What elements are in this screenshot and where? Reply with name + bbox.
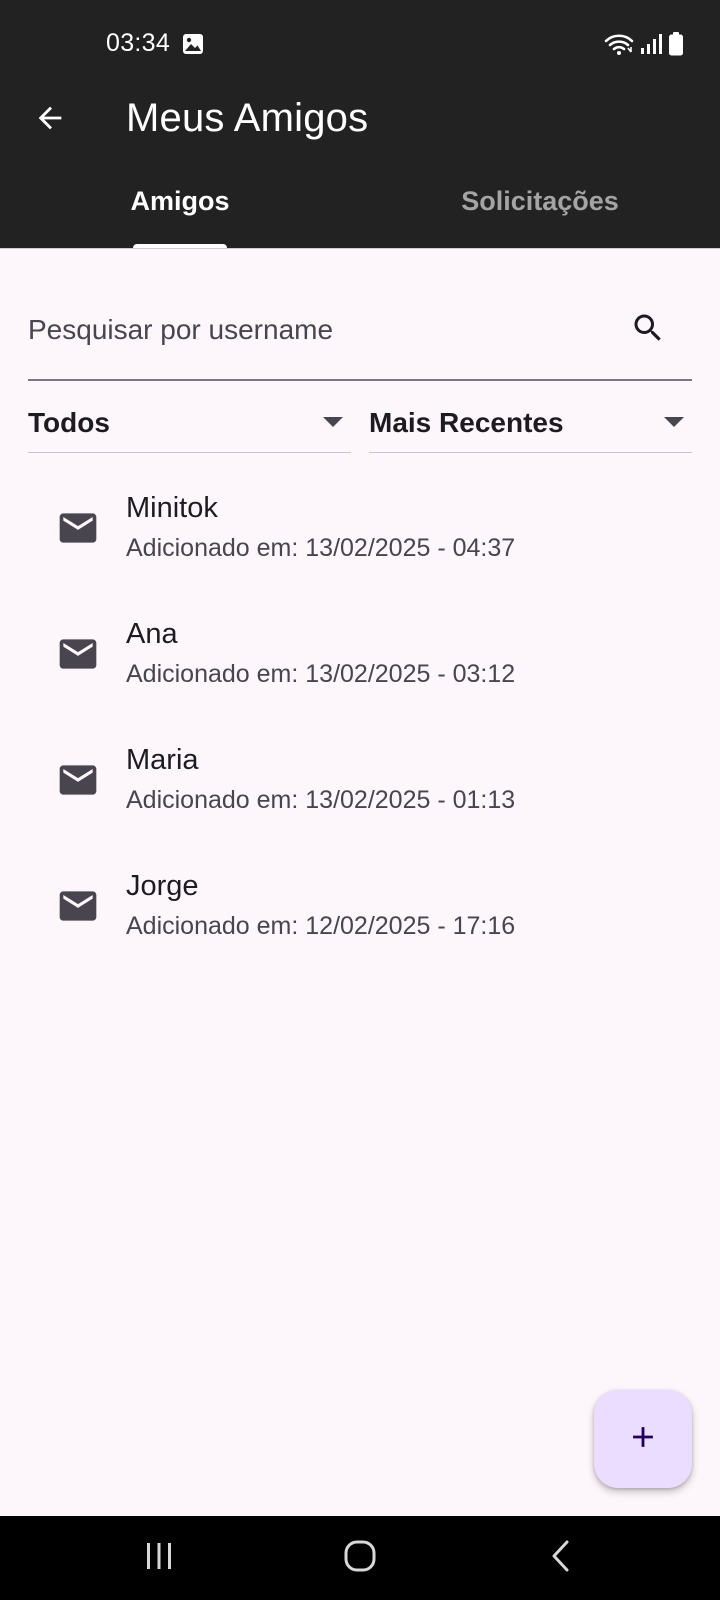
battery-icon (668, 32, 684, 56)
friend-name: Ana (126, 618, 178, 650)
friends-list: Minitok Adicionado em: 13/02/2025 - 04:3… (0, 476, 720, 980)
wifi-icon (604, 32, 634, 56)
back-icon (549, 1539, 573, 1578)
search-input[interactable] (28, 308, 588, 352)
filter-dropdown-value: Todos (28, 407, 110, 438)
signal-icon (640, 33, 662, 55)
tab-bar: Amigos Solicitações (0, 172, 720, 248)
friend-name: Jorge (126, 870, 199, 902)
friend-added-date: Adicionado em: 12/02/2025 - 17:16 (126, 912, 516, 940)
dropdown-arrow-icon (664, 417, 684, 427)
friend-added-date: Adicionado em: 13/02/2025 - 01:13 (126, 786, 516, 814)
list-item[interactable]: Minitok Adicionado em: 13/02/2025 - 04:3… (0, 476, 720, 602)
app-header: 03:34 Meus Amigos Amigos Solicitações (0, 0, 720, 249)
list-item[interactable]: Ana Adicionado em: 13/02/2025 - 03:12 (0, 602, 720, 728)
friend-added-date: Adicionado em: 13/02/2025 - 04:37 (126, 534, 516, 562)
mail-icon (56, 884, 100, 928)
nav-back-button[interactable] (521, 1528, 601, 1588)
status-bar: 03:34 (0, 0, 720, 88)
mail-icon (56, 632, 100, 676)
add-friend-button[interactable] (594, 1390, 692, 1488)
tab-requests[interactable]: Solicitações (360, 172, 720, 248)
system-nav-bar (0, 1516, 720, 1600)
tabs-divider (0, 248, 720, 249)
search-icon (630, 310, 666, 351)
status-icons (604, 30, 684, 58)
mail-icon (56, 758, 100, 802)
sort-dropdown-value: Mais Recentes (369, 407, 564, 438)
back-button[interactable] (24, 94, 76, 146)
add-icon (626, 1420, 660, 1459)
filter-dropdown[interactable]: Todos (28, 395, 351, 453)
nav-recents-button[interactable] (119, 1528, 199, 1588)
friend-name: Maria (126, 744, 199, 776)
arrow-back-icon (33, 101, 67, 140)
search-button[interactable] (624, 306, 672, 354)
sort-dropdown[interactable]: Mais Recentes (369, 395, 692, 453)
friend-name: Minitok (126, 492, 218, 524)
list-item[interactable]: Jorge Adicionado em: 12/02/2025 - 17:16 (0, 854, 720, 980)
list-item[interactable]: Maria Adicionado em: 13/02/2025 - 01:13 (0, 728, 720, 854)
dropdown-arrow-icon (323, 417, 343, 427)
tab-friends[interactable]: Amigos (0, 172, 360, 248)
nav-home-button[interactable] (320, 1528, 400, 1588)
page-title: Meus Amigos (126, 96, 369, 140)
status-time: 03:34 (106, 29, 171, 57)
image-icon (181, 32, 205, 56)
recents-icon (142, 1541, 176, 1576)
home-icon (343, 1539, 377, 1578)
mail-icon (56, 506, 100, 550)
search-field (28, 288, 692, 381)
friend-added-date: Adicionado em: 13/02/2025 - 03:12 (126, 660, 516, 688)
